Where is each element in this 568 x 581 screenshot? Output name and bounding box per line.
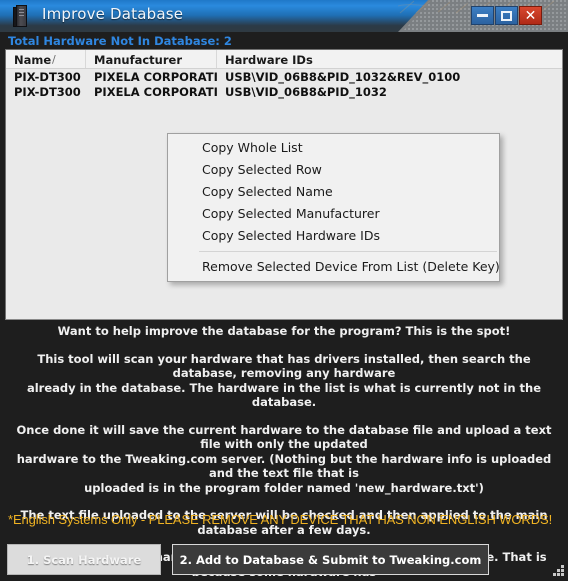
info-headline: Want to help improve the database for th… — [57, 324, 511, 338]
menu-item-copy-selected-manufacturer[interactable]: Copy Selected Manufacturer — [168, 203, 499, 225]
menu-item-copy-whole-list[interactable]: Copy Whole List — [168, 137, 499, 159]
column-header-name-label: Name — [14, 53, 52, 67]
window-controls: ✕ — [471, 6, 542, 25]
info-paragraph-1-line-1: This tool will scan your hardware that h… — [37, 351, 531, 381]
window-title: Improve Database — [42, 5, 184, 23]
sort-indicator-icon: / — [52, 53, 56, 66]
cell-hardware-ids: USB\VID_06B8&PID_1032 — [225, 84, 387, 99]
table-row[interactable]: PIX-DT300 PIXELA CORPORATION USB\VID_06B… — [6, 69, 562, 84]
minimize-button[interactable] — [471, 6, 494, 25]
cell-manufacturer: PIXELA CORPORATION — [94, 84, 217, 99]
info-panel: Want to help improve the database for th… — [6, 324, 562, 581]
server-tower-icon — [13, 5, 33, 27]
context-menu[interactable]: Copy Whole List Copy Selected Row Copy S… — [167, 133, 500, 282]
table-row[interactable]: PIX-DT300 PIXELA CORPORATION USB\VID_06B… — [6, 84, 562, 99]
cell-hardware-ids: USB\VID_06B8&PID_1032&REV_0100 — [225, 69, 461, 84]
column-header-name[interactable]: Name / — [6, 50, 86, 68]
cell-name: PIX-DT300 — [14, 69, 81, 84]
hardware-list-header: Name / Manufacturer Hardware IDs — [6, 50, 562, 69]
column-header-manufacturer[interactable]: Manufacturer — [86, 50, 217, 68]
info-paragraph-2-line-2: hardware to the Tweaking.com server. (No… — [16, 451, 552, 481]
close-button[interactable]: ✕ — [519, 6, 542, 25]
info-paragraph-1-line-2: already in the database. The hardware in… — [26, 380, 542, 410]
menu-item-copy-selected-row[interactable]: Copy Selected Row — [168, 159, 499, 181]
menu-separator — [199, 251, 497, 252]
close-icon: ✕ — [524, 7, 537, 24]
info-paragraph-2-line-1: Once done it will save the current hardw… — [16, 422, 552, 452]
title-bar[interactable]: Improve Database ✕ — [0, 0, 568, 32]
resize-grip[interactable] — [552, 565, 565, 578]
maximize-button[interactable] — [495, 6, 518, 25]
maximize-icon — [501, 10, 512, 21]
cell-name: PIX-DT300 — [14, 84, 81, 99]
improve-database-window: Improve Database ✕ Total Hardware Not In… — [0, 0, 568, 581]
minimize-icon — [477, 14, 488, 17]
info-paragraph-2-line-3: uploaded is in the program folder named … — [84, 480, 484, 495]
hardware-list-body: PIX-DT300 PIXELA CORPORATION USB\VID_06B… — [6, 69, 562, 99]
menu-item-copy-selected-hardware-ids[interactable]: Copy Selected Hardware IDs — [168, 225, 499, 247]
cell-manufacturer: PIXELA CORPORATION — [94, 69, 217, 84]
column-header-hardware-ids[interactable]: Hardware IDs — [217, 50, 562, 68]
add-to-database-submit-button[interactable]: 2. Add to Database & Submit to Tweaking.… — [172, 544, 489, 575]
menu-item-copy-selected-name[interactable]: Copy Selected Name — [168, 181, 499, 203]
scan-hardware-button[interactable]: 1. Scan Hardware — [7, 544, 161, 575]
menu-item-remove-selected-device[interactable]: Remove Selected Device From List (Delete… — [168, 256, 500, 278]
total-hardware-status: Total Hardware Not In Database: 2 — [8, 34, 232, 48]
english-systems-warning: *English Systems Only - PLEASE REMOVE AN… — [8, 512, 553, 527]
